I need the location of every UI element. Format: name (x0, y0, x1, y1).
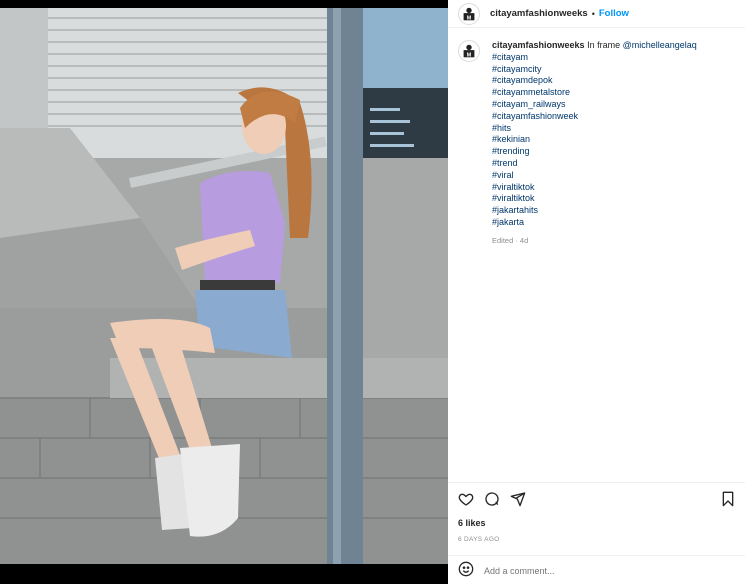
caption-username[interactable]: citayamfashionweeks (492, 40, 585, 50)
caption-mention[interactable]: @michelleangelaq (623, 40, 697, 50)
header-username[interactable]: citayamfashionweeks (490, 8, 588, 19)
hashtag-link[interactable]: #trending (492, 146, 697, 158)
caption-text: citayamfashionweeks In frame @michellean… (492, 40, 697, 247)
hashtag-link[interactable]: #viraltiktok (492, 193, 697, 205)
bookmark-icon[interactable] (720, 491, 738, 509)
follow-button[interactable]: Follow (599, 8, 629, 19)
comment-divider (448, 555, 745, 556)
hashtag-link[interactable]: #hits (492, 123, 697, 135)
hashtag-list: #citayam #citayamcity #citayamdepok #citaya… (492, 52, 697, 229)
comment-icon[interactable] (484, 491, 502, 509)
post-date[interactable]: 6 DAYS AGO (458, 536, 500, 543)
comment-input[interactable] (484, 566, 704, 576)
svg-text:M: M (467, 15, 472, 21)
post-side-panel: M citayamfashionweeks • Follow M citayam… (448, 0, 745, 584)
brand-logo-icon: M (463, 44, 475, 58)
caption-avatar[interactable]: M (458, 40, 480, 247)
caption-avatar-frame: M (458, 40, 480, 62)
emoji-icon[interactable] (458, 561, 474, 582)
hashtag-link[interactable]: #viral (492, 170, 697, 182)
photo-illustration (0, 8, 448, 564)
hashtag-link[interactable]: #trend (492, 158, 697, 170)
comment-bar (458, 561, 738, 581)
actions-divider (448, 482, 745, 483)
hashtag-link[interactable]: #kekinian (492, 134, 697, 146)
edited-label: Edited · 4d (492, 235, 529, 245)
hashtag-link[interactable]: #citayamfashionweek (492, 111, 697, 123)
caption-block: M citayamfashionweeks In frame @michelle… (458, 40, 738, 247)
hashtag-link[interactable]: #viraltiktok (492, 182, 697, 194)
hashtag-link[interactable]: #jakarta (492, 217, 697, 229)
post-photo[interactable] (0, 0, 448, 584)
action-bar (458, 490, 738, 510)
svg-text:M: M (467, 52, 472, 58)
caption-body: In frame (587, 40, 621, 50)
share-icon[interactable] (510, 491, 528, 509)
profile-avatar[interactable]: M (458, 2, 480, 25)
hashtag-link[interactable]: #citayam_railways (492, 99, 697, 111)
likes-count[interactable]: 6 likes (458, 518, 486, 528)
hashtag-link[interactable]: #citayam (492, 52, 697, 64)
heart-icon[interactable] (458, 491, 476, 509)
hashtag-link[interactable]: #jakartahits (492, 205, 697, 217)
hashtag-link[interactable]: #citayamcity (492, 64, 697, 76)
brand-logo-icon: M (463, 7, 475, 21)
hashtag-link[interactable]: #citayammetalstore (492, 87, 697, 99)
post-header: M citayamfashionweeks • Follow (448, 0, 745, 28)
header-separator: • (591, 8, 595, 19)
photo-scene (0, 8, 448, 564)
hashtag-link[interactable]: #citayamdepok (492, 75, 697, 87)
